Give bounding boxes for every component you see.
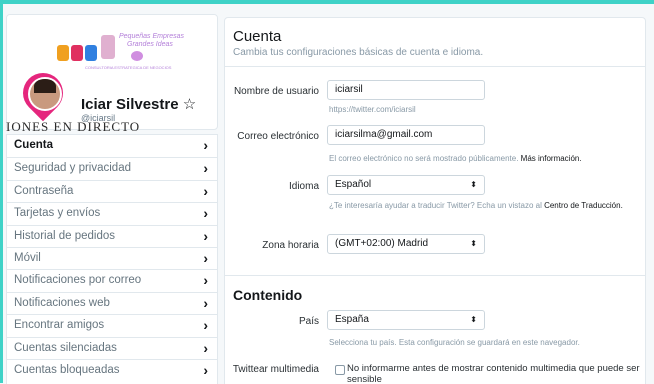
settings-sidebar: Cuenta › Seguridad y privacidad › Contra… [6,134,218,384]
sidebar-item-label: Tarjetas y envíos [14,207,101,220]
sidebar-item-label: Cuenta [14,139,53,151]
background-text: IONES EN DIRECTO [6,120,141,134]
email-input[interactable]: iciarsilma@gmail.com [327,125,485,145]
chevron-right-icon: › [203,205,208,222]
banner-figure [71,45,83,61]
banner-figure [85,45,97,61]
username-label: Nombre de usuario [233,86,319,97]
language-hint: ¿Te interesaría ayudar a traducir Twitte… [329,200,629,212]
media-label: Twittear multimedia [232,364,319,375]
translation-center-link[interactable]: Centro de Traducción. [544,201,623,210]
chevron-right-icon: › [203,272,208,289]
star-icon: ☆ [182,96,197,113]
email-hint-text: El correo electrónico no será mostrado p… [329,154,519,163]
sidebar-item-label: Seguridad y privacidad [14,162,131,175]
sidebar-item-label: Contraseña [14,184,74,197]
profile-card[interactable]: Pequeñas Empresas Grandes Ideas CONSULTO… [6,14,218,130]
sidebar-item-movil[interactable]: Móvil › [7,246,217,269]
sidebar-item-historial[interactable]: Historial de pedidos › [7,224,217,247]
panel-header: Cuenta Cambia tus configuraciones básica… [225,18,645,67]
chevron-right-icon: › [203,317,208,334]
sidebar-item-cuentas-bloqueadas[interactable]: Cuentas bloqueadas › [7,358,217,381]
frame-left-border [0,0,3,383]
section-divider [225,275,645,276]
country-select[interactable]: España ⬍ [327,310,485,330]
sidebar-item-notificaciones-web[interactable]: Notificaciones web › [7,291,217,314]
settings-panel: Cuenta Cambia tus configuraciones básica… [224,17,646,384]
sidebar-item-label: Historial de pedidos [14,229,116,242]
profile-name-text: Iciar Silvestre [81,96,179,113]
banner-bulb-icon [131,51,143,61]
chevron-right-icon: › [203,182,208,199]
select-arrows-icon: ⬍ [470,315,477,324]
more-info-link[interactable]: Más información. [521,154,582,163]
country-label: País [298,316,319,327]
banner-figure [57,45,69,61]
chevron-right-icon: › [203,137,208,153]
email-hint: El correo electrónico no será mostrado p… [329,153,582,165]
sidebar-item-tarjetas[interactable]: Tarjetas y envíos › [7,202,217,224]
chevron-right-icon: › [203,294,208,311]
sidebar-item-encontrar-amigos[interactable]: Encontrar amigos › [7,314,217,336]
banner-store-icon [101,35,115,59]
chevron-right-icon: › [203,160,208,177]
profile-banner: Pequeñas Empresas Grandes Ideas CONSULTO… [7,15,217,77]
country-hint: Selecciona tu país. Esta configuración s… [329,338,580,347]
language-label: Idioma [288,181,319,192]
sidebar-item-notificaciones-correo[interactable]: Notificaciones por correo › [7,269,217,291]
sidebar-item-seguridad[interactable]: Seguridad y privacidad › [7,157,217,179]
avatar[interactable] [28,77,62,111]
timezone-select-value: (GMT+02:00) Madrid [335,238,429,249]
banner-line-3: CONSULTORIA ESTRATEGICA DE NEGOCIOS [85,65,172,70]
language-select[interactable]: Español ⬍ [327,175,485,195]
chevron-right-icon: › [203,361,208,378]
page-title: Cuenta [233,28,282,45]
banner-line-2: Grandes Ideas [127,41,173,48]
chevron-right-icon: › [203,249,208,266]
select-arrows-icon: ⬍ [470,239,477,248]
sidebar-item-label: Móvil [14,251,41,264]
sidebar-item-cuenta[interactable]: Cuenta › [7,135,217,157]
timezone-select[interactable]: (GMT+02:00) Madrid ⬍ [327,234,485,254]
language-hint-text: ¿Te interesaría ayudar a traducir Twitte… [329,201,542,210]
email-label: Correo electrónico [237,131,319,142]
sidebar-item-label: Cuentas bloqueadas [14,363,120,376]
sidebar-item-label: Notificaciones web [14,296,110,309]
timezone-label: Zona horaria [262,240,319,251]
chevron-right-icon: › [203,339,208,356]
sidebar-item-cuentas-silenciadas[interactable]: Cuentas silenciadas › [7,336,217,359]
sensitive-media-checkbox[interactable] [335,365,345,375]
chevron-right-icon: › [203,227,208,244]
sidebar-item-label: Notificaciones por correo [14,274,142,287]
sensitive-media-checkbox-label[interactable]: No informarme antes de mostrar contenido… [347,363,643,384]
profile-name[interactable]: Iciar Silvestre ☆ [81,95,196,113]
page-subtitle: Cambia tus configuraciones básicas de cu… [233,47,484,58]
sidebar-item-label: Encontrar amigos [14,319,105,332]
content-section-title: Contenido [233,287,303,303]
username-hint: https://twitter.com/iciarsil [329,105,416,114]
sidebar-item-label: Cuentas silenciadas [14,341,117,354]
username-input[interactable]: iciarsil [327,80,485,100]
frame-top-border [0,0,654,4]
country-select-value: España [335,314,369,325]
banner-line-1: Pequeñas Empresas [119,33,184,40]
language-select-value: Español [335,179,372,190]
sidebar-item-contrasena[interactable]: Contraseña › [7,179,217,202]
select-arrows-icon: ⬍ [470,180,477,189]
